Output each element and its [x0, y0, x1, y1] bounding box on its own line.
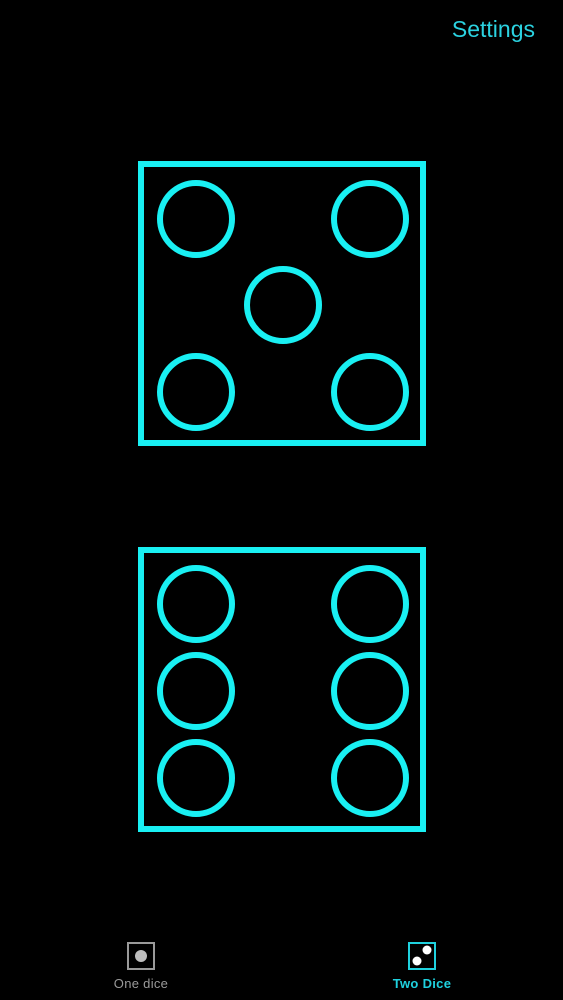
die-pip [157, 739, 235, 817]
die-pip [157, 353, 235, 431]
die-pip [157, 180, 235, 258]
die-pip [157, 652, 235, 730]
die-pip [331, 565, 409, 643]
tab-two-dice[interactable]: Two Dice [362, 942, 482, 991]
settings-button[interactable]: Settings [452, 16, 535, 43]
tab-label: One dice [113, 976, 169, 991]
two-dice-icon [408, 942, 436, 970]
one-die-icon [127, 942, 155, 970]
die-two[interactable] [138, 547, 426, 832]
die-pip [331, 353, 409, 431]
die-one[interactable] [138, 161, 426, 446]
die-pip [331, 652, 409, 730]
tab-one-dice[interactable]: One dice [81, 942, 201, 991]
die-pip [331, 739, 409, 817]
tab-bar: One dice Two Dice [0, 928, 563, 1000]
tab-label: Two Dice [392, 976, 452, 991]
die-pip [331, 180, 409, 258]
die-pip [244, 266, 322, 344]
die-pip [157, 565, 235, 643]
